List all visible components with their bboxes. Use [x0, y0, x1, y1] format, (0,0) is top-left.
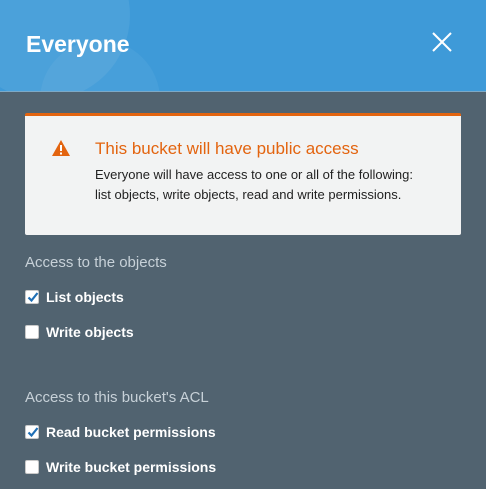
acl-section-title: Access to this bucket's ACL [25, 389, 209, 406]
dialog-title: Everyone [26, 31, 130, 57]
write-objects-checkbox[interactable] [25, 325, 39, 339]
close-icon[interactable] [430, 30, 454, 54]
write-objects-label: Write objects [46, 324, 134, 340]
alert-title: This bucket will have public access [95, 139, 359, 158]
checkmark-icon [27, 427, 39, 438]
public-access-alert: This bucket will have public access Ever… [25, 113, 461, 235]
read-bucket-permissions-label: Read bucket permissions [46, 424, 216, 440]
dialog-header: Everyone [0, 0, 486, 92]
write-bucket-permissions-checkbox[interactable] [25, 460, 39, 474]
write-objects-checkbox-row[interactable]: Write objects [25, 324, 134, 340]
list-objects-checkbox-row[interactable]: List objects [25, 289, 124, 305]
warning-icon [51, 139, 71, 162]
read-bucket-permissions-checkbox[interactable] [25, 425, 39, 439]
read-permissions-checkbox-row[interactable]: Read bucket permissions [25, 424, 216, 440]
alert-body: Everyone will have access to one or all … [95, 167, 413, 202]
write-permissions-checkbox-row[interactable]: Write bucket permissions [25, 459, 216, 475]
checkmark-icon [27, 292, 39, 303]
list-objects-checkbox[interactable] [25, 290, 39, 304]
list-objects-label: List objects [46, 289, 124, 305]
write-bucket-permissions-label: Write bucket permissions [46, 459, 217, 475]
objects-section-title: Access to the objects [25, 254, 167, 271]
